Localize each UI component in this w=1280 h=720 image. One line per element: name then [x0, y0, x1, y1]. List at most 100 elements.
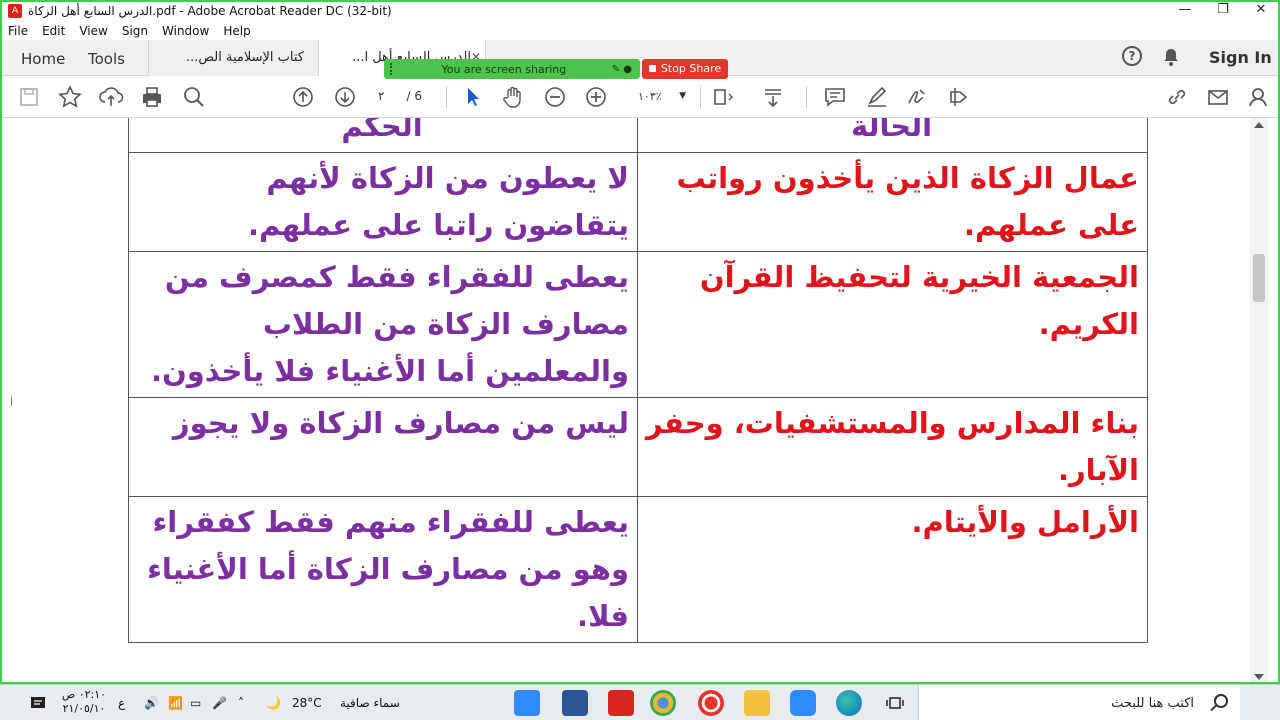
zoom-app-icon[interactable] [514, 690, 540, 716]
close-button[interactable]: ✕ [1242, 0, 1280, 22]
highlight-pen-icon[interactable] [864, 84, 890, 110]
table-row: بناء المدارس والمستشفيات، وحفر الآبار. ل… [128, 397, 1148, 497]
bookmark-star-icon[interactable] [57, 84, 83, 110]
stop-share-button[interactable]: Stop Share [642, 59, 728, 79]
menu-window[interactable]: Window [162, 24, 209, 38]
header-case: الحالة [637, 118, 1148, 153]
toolbar-divider [700, 86, 701, 108]
search-zoom-icon[interactable] [181, 84, 207, 110]
window-controls: — ❐ ✕ [1166, 0, 1280, 22]
zoom-meeting-app-icon[interactable] [790, 690, 816, 716]
battery-icon[interactable]: ▭ [190, 691, 201, 715]
header-ruling: الحكم [128, 118, 638, 153]
zoom-level: ١٠٣٪ [638, 89, 662, 103]
next-page-icon[interactable] [332, 84, 358, 110]
zakat-table: الحالة الحكم عمال الزكاة الذين يأخذون رو… [128, 118, 1148, 643]
case-cell: الجمعية الخيرية لتحفيظ القرآن الكريم. [637, 251, 1148, 398]
comment-icon[interactable] [822, 84, 848, 110]
clock-date: ٢١/٠٥/١٠ [62, 702, 106, 715]
task-view-icon[interactable] [886, 691, 904, 715]
taskbar-search-input[interactable]: اكتب هنا للبحث [918, 685, 1240, 720]
notifications-icon[interactable] [30, 691, 46, 715]
page-fit-icon[interactable] [710, 84, 736, 110]
scrollbar-thumb[interactable] [1253, 254, 1265, 302]
volume-icon[interactable]: 🔊 [144, 691, 159, 715]
chrome-app-icon[interactable] [650, 690, 676, 716]
search-icon [1214, 694, 1228, 708]
case-cell: بناء المدارس والمستشفيات، وحفر الآبار. [637, 397, 1148, 497]
vertical-scrollbar[interactable] [1250, 118, 1268, 684]
chevron-down-icon: ▼ [679, 91, 686, 101]
email-icon[interactable] [1205, 84, 1231, 110]
table-row: عمال الزكاة الذين يأخذون رواتب على عملهم… [128, 152, 1148, 252]
pdf-icon: A [8, 4, 22, 18]
minimize-button[interactable]: — [1166, 0, 1204, 22]
maximize-button[interactable]: ❐ [1204, 0, 1242, 22]
search-placeholder: اكتب هنا للبحث [1111, 695, 1194, 711]
scroll-up-icon[interactable] [1254, 122, 1264, 128]
document-view[interactable]: الحالة الحكم عمال الزكاة الذين يأخذون رو… [12, 118, 1250, 684]
zoom-out-icon[interactable] [542, 84, 568, 110]
notification-bell-icon[interactable] [1163, 48, 1179, 66]
hand-icon[interactable] [500, 84, 526, 110]
scroll-mode-icon[interactable] [760, 84, 786, 110]
tab-bar: Home Tools كتاب الإسلامية الص... الدرس ا… [0, 40, 1280, 77]
print-icon[interactable] [139, 84, 165, 110]
tab-tools[interactable]: Tools [88, 50, 125, 68]
case-cell: عمال الزكاة الذين يأخذون رواتب على عملهم… [637, 152, 1148, 252]
upload-icon[interactable] [98, 84, 124, 110]
word-app-icon[interactable] [562, 690, 588, 716]
system-clock[interactable]: ٠٢:١٠ ص ٢١/٠٥/١٠ [58, 688, 110, 716]
menu-file[interactable]: File [8, 24, 28, 38]
toolbar-divider [446, 86, 447, 108]
mic-shield-icon: ✎ ● [611, 63, 632, 75]
file-explorer-app-icon[interactable] [744, 690, 770, 716]
save-icon[interactable] [16, 84, 42, 110]
weather-text[interactable]: سماء صافية [340, 691, 400, 715]
select-cursor-icon[interactable] [460, 84, 486, 110]
acrobat-app-icon[interactable] [608, 690, 634, 716]
menu-view[interactable]: View [79, 24, 107, 38]
current-page[interactable]: ٢ [378, 89, 384, 103]
help-icon[interactable]: ? [1122, 46, 1142, 66]
page-number-field[interactable]: ٢ / 6 [370, 85, 430, 107]
tab-document-1-label: كتاب الإسلامية الص... [185, 50, 304, 65]
scroll-down-icon[interactable] [1254, 674, 1264, 680]
menu-help[interactable]: Help [223, 24, 250, 38]
zoom-level-dropdown[interactable]: ١٠٣٪ ▼ [628, 85, 690, 107]
menu-bar: File Edit View Sign Window Help [0, 22, 1280, 40]
temperature[interactable]: 28°C [292, 691, 322, 715]
link-icon[interactable] [1164, 84, 1190, 110]
microphone-icon[interactable]: 🎤 [212, 691, 227, 715]
window-title: الدرس السابع أهل الزكاة.pdf - Adobe Acro… [28, 4, 392, 18]
toolbar-divider [806, 86, 807, 108]
table-row: الجمعية الخيرية لتحفيظ القرآن الكريم. يع… [128, 251, 1148, 398]
title-bar: A الدرس السابع أهل الزكاة.pdf - Adobe Ac… [0, 0, 1280, 22]
user-icon[interactable] [1246, 84, 1272, 110]
case-cell: الأرامل والأيتام. [637, 496, 1148, 643]
wifi-icon[interactable]: 📶 [168, 691, 183, 715]
menu-edit[interactable]: Edit [42, 24, 65, 38]
ruling-cell: يعطى للفقراء منهم فقط كفقراء وهو من مصار… [128, 496, 638, 643]
zoom-in-icon[interactable] [583, 84, 609, 110]
edge-app-icon[interactable] [836, 690, 862, 716]
sign-in-link[interactable]: Sign In [1209, 48, 1272, 67]
table-header-row: الحالة الحكم [128, 118, 1148, 153]
acrobat-window: A الدرس السابع أهل الزكاة.pdf - Adobe Ac… [0, 0, 1280, 720]
sign-icon[interactable] [904, 84, 930, 110]
screen-share-bar[interactable]: You are screen sharing ✎ ● [384, 59, 640, 79]
ruling-cell: لا يعطون من الزكاة لأنهم يتقاضون راتبا ع… [128, 152, 638, 252]
share-icon[interactable] [946, 84, 972, 110]
taskbar: ٠٢:١٠ ص ٢١/٠٥/١٠ ع 🔊 📶 ▭ 🎤 ˄ 🌙 28°C سماء… [0, 684, 1280, 720]
screen-share-status: You are screen sharing [441, 62, 567, 76]
stop-share-label: Stop Share [660, 62, 722, 75]
recorder-app-icon[interactable] [698, 690, 724, 716]
input-language[interactable]: ع [118, 691, 125, 715]
tab-document-1[interactable]: كتاب الإسلامية الص... [148, 40, 318, 76]
clock-time: ٠٢:١٠ ص [61, 688, 107, 701]
tab-home[interactable]: Home [21, 50, 65, 68]
menu-sign[interactable]: Sign [122, 24, 148, 38]
chevron-up-icon[interactable]: ˄ [238, 691, 244, 715]
ruling-cell: ليس من مصارف الزكاة ولا يجوز [128, 397, 638, 497]
prev-page-icon[interactable] [290, 84, 316, 110]
